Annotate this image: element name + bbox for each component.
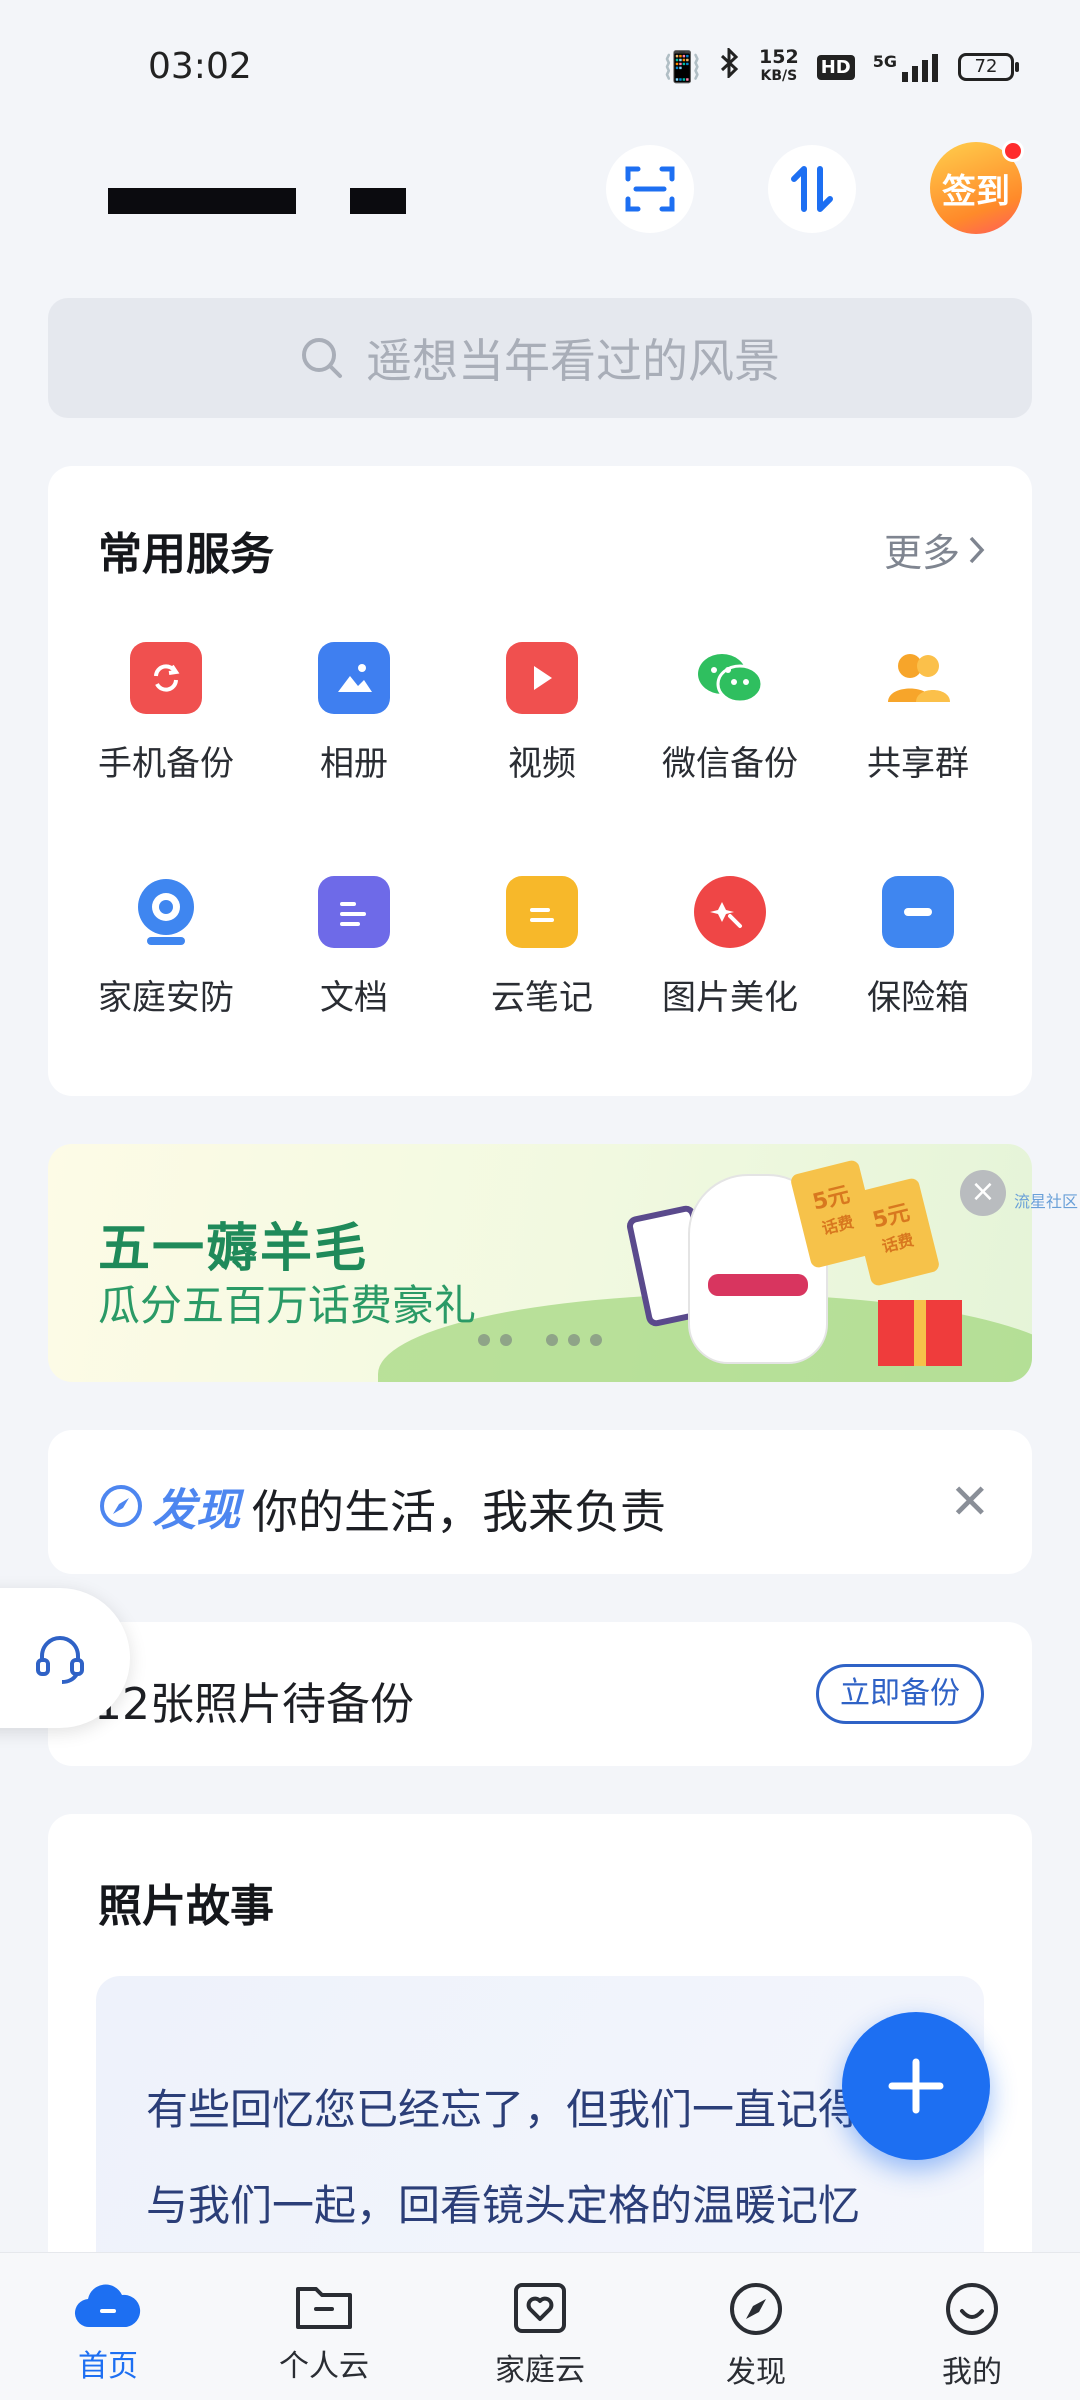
- gift-box-illustration: [878, 1300, 962, 1366]
- plus-icon: [888, 2058, 944, 2114]
- compass-icon: [730, 2283, 782, 2335]
- add-button[interactable]: [842, 2012, 990, 2160]
- chevron-right-icon: [969, 536, 985, 563]
- nav-label: 个人云: [279, 2349, 369, 2384]
- side-link[interactable]: 流星社区: [1014, 1188, 1078, 1212]
- service-label: 相册: [320, 744, 388, 784]
- status-icons: 📳 152 KB/S HD 5G 72: [663, 46, 1019, 86]
- search-placeholder: 遥想当年看过的风景: [366, 334, 780, 388]
- network-speed-value: 152: [759, 46, 799, 68]
- video-icon: [506, 642, 578, 714]
- service-label: 微信备份: [662, 744, 798, 784]
- discover-text: 你的生活，我来负责: [252, 1485, 666, 1539]
- services-title: 常用服务: [98, 529, 274, 580]
- service-label: 保险箱: [867, 978, 969, 1018]
- folder-icon: [296, 2287, 352, 2329]
- nav-mine[interactable]: 我的: [864, 2253, 1080, 2400]
- backup-pending-text: 12张照片待备份: [94, 1679, 414, 1730]
- vibrate-icon: 📳: [663, 49, 702, 85]
- service-share-group[interactable]: 共享群: [824, 642, 1012, 785]
- battery-indicator: 72: [958, 53, 1019, 81]
- banner-close-button[interactable]: ×: [960, 1170, 1006, 1216]
- home-camera-icon: [130, 876, 202, 948]
- photo-beautify-icon: [694, 876, 766, 948]
- discover-tag-label: 发现: [152, 1485, 240, 1536]
- service-cloud-note[interactable]: 云笔记: [448, 876, 636, 1019]
- share-group-icon: [882, 642, 954, 714]
- safe-box-icon: [882, 876, 954, 948]
- service-label: 云笔记: [491, 978, 593, 1018]
- service-label: 共享群: [867, 744, 969, 784]
- backup-reminder-card: 12张照片待备份 立即备份: [48, 1622, 1032, 1766]
- bottom-nav: 首页 个人云 家庭云 发现 我的: [0, 2252, 1080, 2400]
- discover-tag: 发现: [98, 1474, 240, 1538]
- bluetooth-icon: [719, 46, 741, 86]
- nav-label: 家庭云: [495, 2353, 585, 2388]
- transfer-icon: [791, 166, 833, 212]
- scan-icon: [625, 166, 675, 212]
- home-cloud-icon: [74, 2284, 141, 2328]
- story-line-2: 与我们一起，回看镜头定格的温暖记忆: [146, 2181, 861, 2230]
- discover-close-button[interactable]: ✕: [950, 1474, 990, 1530]
- signin-label: 签到: [942, 171, 1010, 212]
- service-label: 家庭安防: [98, 978, 234, 1018]
- nav-label: 首页: [78, 2349, 138, 2384]
- search-icon: [302, 338, 342, 378]
- notification-dot: [1002, 140, 1024, 162]
- service-label: 图片美化: [662, 978, 798, 1018]
- smile-icon: [946, 2283, 998, 2335]
- nav-family-cloud[interactable]: 家庭云: [432, 2253, 648, 2400]
- service-label: 手机备份: [98, 744, 234, 784]
- service-video[interactable]: 视频: [448, 642, 636, 785]
- more-label: 更多: [883, 531, 960, 575]
- service-home-security[interactable]: 家庭安防: [72, 876, 260, 1019]
- service-label: 视频: [508, 744, 576, 784]
- story-line-1: 有些回忆您已经忘了，但我们一直记得: [146, 2085, 861, 2134]
- common-services-card: 常用服务 更多 手机备份 相册 视频 微信备份 共享群 家庭安防 文档 云笔记 …: [48, 466, 1032, 1096]
- network-speed: 152 KB/S: [759, 48, 799, 86]
- network-speed-unit: KB/S: [760, 68, 798, 84]
- discover-card[interactable]: 发现 你的生活，我来负责 ✕: [48, 1430, 1032, 1574]
- more-services-link[interactable]: 更多: [884, 522, 986, 577]
- mascot-scarf: [708, 1274, 808, 1296]
- compass-icon: [100, 1485, 142, 1527]
- coupon-ticket: 5元 话费: [849, 1176, 941, 1288]
- album-icon: [318, 642, 390, 714]
- search-bar[interactable]: 遥想当年看过的风景: [48, 298, 1032, 418]
- scan-button[interactable]: [606, 145, 694, 233]
- wechat-backup-icon: [694, 642, 766, 714]
- nav-label: 发现: [726, 2355, 786, 2390]
- banner-pagination: [478, 1334, 602, 1346]
- phone-backup-icon: [130, 642, 202, 714]
- transfer-button[interactable]: [768, 145, 856, 233]
- nav-discover[interactable]: 发现: [648, 2253, 864, 2400]
- service-album[interactable]: 相册: [260, 642, 448, 785]
- backup-now-button[interactable]: 立即备份: [816, 1664, 984, 1724]
- nav-home[interactable]: 首页: [0, 2253, 216, 2400]
- nav-label: 我的: [942, 2355, 1002, 2390]
- status-time: 03:02: [148, 46, 252, 87]
- network-type: 5G: [872, 52, 897, 71]
- headset-icon: [36, 1636, 84, 1684]
- service-wechat-backup[interactable]: 微信备份: [636, 642, 824, 785]
- service-photo-beautify[interactable]: 图片美化: [636, 876, 824, 1019]
- status-bar: 03:02 📳 152 KB/S HD 5G 72: [0, 0, 1080, 140]
- story-title: 照片故事: [98, 1881, 274, 1932]
- banner-subtitle: 瓜分五百万话费豪礼: [98, 1281, 477, 1330]
- service-label: 文档: [320, 978, 388, 1018]
- service-phone-backup[interactable]: 手机备份: [72, 642, 260, 785]
- document-icon: [318, 876, 390, 948]
- family-heart-icon: [514, 2283, 566, 2333]
- service-safe-box[interactable]: 保险箱: [824, 876, 1012, 1019]
- service-document[interactable]: 文档: [260, 876, 448, 1019]
- promo-banner[interactable]: 五一薅羊毛 瓜分五百万话费豪礼 5元 话费 5元 话费: [48, 1144, 1032, 1382]
- nav-personal-cloud[interactable]: 个人云: [216, 2253, 432, 2400]
- cloud-note-icon: [506, 876, 578, 948]
- signal-icon: 5G: [873, 52, 940, 82]
- hd-badge: HD: [816, 54, 855, 80]
- banner-title: 五一薅羊毛: [98, 1219, 369, 1279]
